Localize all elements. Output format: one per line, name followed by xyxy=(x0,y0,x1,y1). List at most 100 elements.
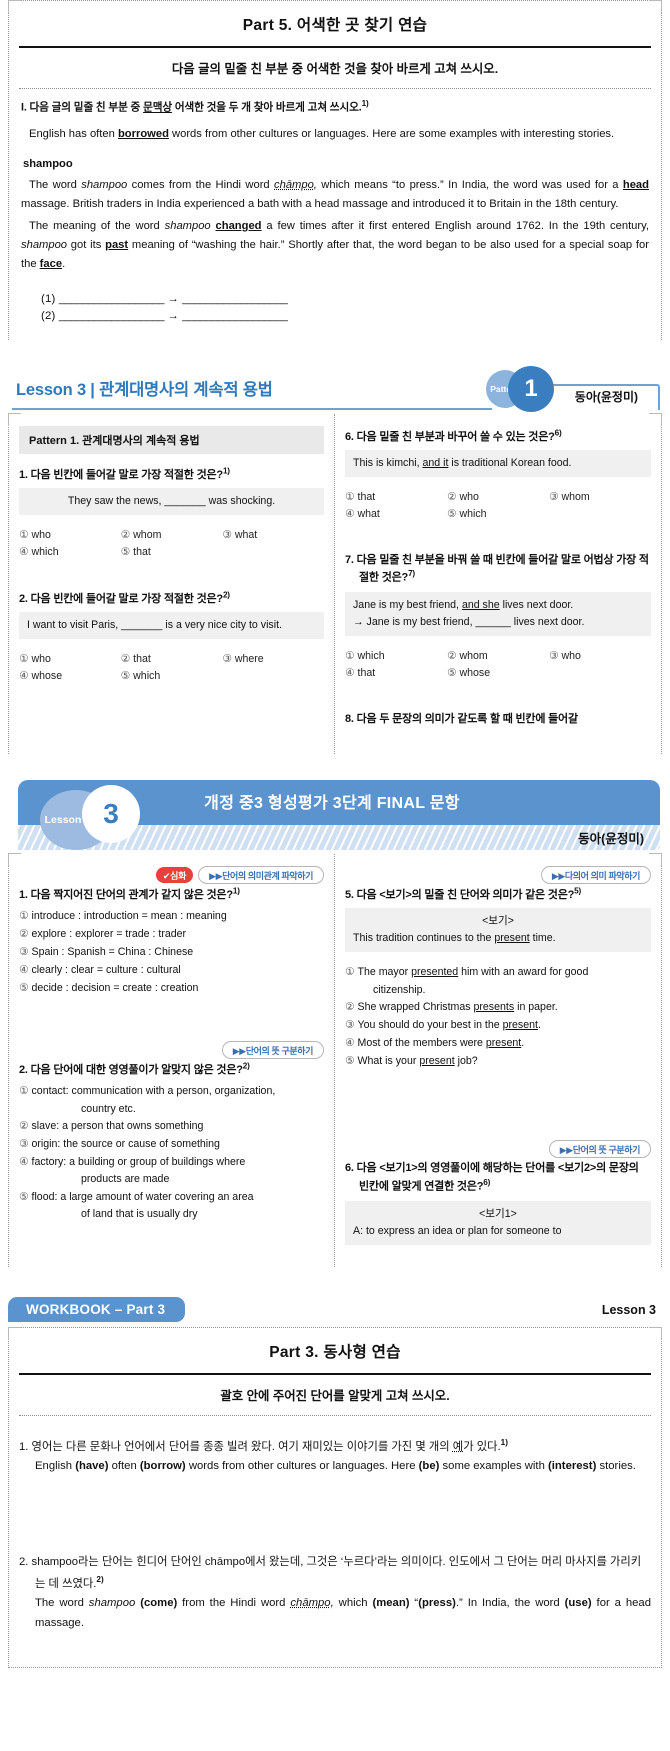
option-item[interactable]: ② explore : explorer = trade : trader xyxy=(19,926,324,943)
question-1-footnote: 1) xyxy=(222,466,230,476)
final-q1-text: 1. 다음 짝지어진 단어의 관계가 같지 않은 것은? xyxy=(19,889,233,902)
choice-label: that xyxy=(133,546,151,559)
question-2-text: 2. 다음 빈칸에 들어갈 말로 가장 적절한 것은? xyxy=(19,592,223,605)
q2-post: is a very nice city to visit. xyxy=(162,618,282,631)
option-label: decide : decision = create : creation xyxy=(31,981,199,994)
choice-item[interactable]: ② who xyxy=(447,489,549,506)
choice-label: which xyxy=(357,650,385,663)
option-item[interactable]: ③ origin: the source or cause of somethin… xyxy=(19,1136,324,1153)
wb2-en-9: .” In India, the word xyxy=(455,1597,565,1610)
choice-label: whose xyxy=(459,667,491,680)
final-q6-box-text: A: to express an idea or plan for someon… xyxy=(353,1225,562,1238)
final-question-2-options[interactable]: ① contact: communication with a person, o… xyxy=(19,1083,324,1223)
answer-row-2[interactable]: (2) __________________ → _______________… xyxy=(19,307,651,324)
option-item[interactable]: ① The mayor presented him with an award f… xyxy=(345,964,651,999)
workbook-tab[interactable]: WORKBOOK – Part 3 xyxy=(8,1296,186,1322)
q5-pre: This tradition continues to the xyxy=(353,932,495,945)
p2-c: which means “to press.” In India, the wo… xyxy=(316,179,623,192)
answer-blank-2b[interactable]: __________________ xyxy=(182,310,288,322)
option-item[interactable]: ① introduce : introduction = mean : meani… xyxy=(19,908,324,925)
q7-line-1: Jane is my best friend, and she lives ne… xyxy=(353,597,643,614)
option-item[interactable]: ④ Most of the members were present. xyxy=(345,1035,651,1052)
choice-item[interactable]: ⑤ whose xyxy=(447,665,549,682)
p3-f: . xyxy=(62,258,66,271)
option-item[interactable]: ⑤ decide : decision = create : creation xyxy=(19,980,324,997)
wb1-en-2: often xyxy=(108,1460,140,1473)
wb2-en-6: (mean) xyxy=(372,1597,410,1610)
final-q5-box: <보기> This tradition continues to the pre… xyxy=(345,908,651,953)
q7-l2-blank[interactable]: ______ xyxy=(475,616,510,628)
option-item[interactable]: ⑤ What is your present job? xyxy=(345,1053,651,1070)
wb2-footnote: 2) xyxy=(96,1574,104,1584)
choice-item[interactable]: ③ what xyxy=(222,527,324,544)
option-item[interactable]: ② She wrapped Christmas presents in paper… xyxy=(345,999,651,1016)
final-question-1-options[interactable]: ① introduce : introduction = mean : meani… xyxy=(19,908,324,996)
choice-label: whose xyxy=(31,669,63,682)
choice-item[interactable]: ③ where xyxy=(222,651,324,668)
wb1-en-3: (borrow) xyxy=(139,1460,186,1473)
choice-item[interactable]: ③ whom xyxy=(549,489,651,506)
choice-label: who xyxy=(31,529,51,542)
question-7-choices[interactable]: ① which ② whom ③ who ④ that ⑤ whose xyxy=(345,648,651,682)
wb1-ko-underlined: 예 xyxy=(452,1440,464,1453)
answer-row-1[interactable]: (1) __________________ → _______________… xyxy=(19,290,651,307)
choice-item[interactable]: ② whom xyxy=(121,527,223,544)
q2-pre: I want to visit Paris, xyxy=(27,618,122,631)
answer-blank-1b[interactable]: __________________ xyxy=(182,293,288,305)
final-question-5-options[interactable]: ① The mayor presented him with an award f… xyxy=(345,964,651,1070)
choice-item[interactable]: ⑤ which xyxy=(121,668,223,685)
choice-item[interactable]: ① who xyxy=(19,527,121,544)
option-item[interactable]: ④ factory: a building or group of buildin… xyxy=(19,1154,324,1189)
workbook-title: Part 3. 동사형 연습 xyxy=(269,1343,401,1361)
choice-item[interactable]: ⑤ which xyxy=(447,506,549,523)
option-continuation: citizenship. xyxy=(373,983,426,996)
p3-italic-shampoo-2: shampoo xyxy=(21,238,68,251)
option-item[interactable]: ④ clearly : clear = culture : cultural xyxy=(19,962,324,979)
option-item[interactable]: ② slave: a person that owns something xyxy=(19,1118,324,1135)
workbook-lesson-label: Lesson 3 xyxy=(601,1302,656,1317)
question-6-choices[interactable]: ① that ② who ③ whom ④ what ⑤ which xyxy=(345,489,651,523)
final-banner: 개정 중3 형성평가 3단계 FINAL 문항 Lesson 3 동아(윤정미) xyxy=(10,780,660,854)
p3-past: past xyxy=(105,238,129,251)
question-2-sentence-box: I want to visit Paris, _______ is a very… xyxy=(19,611,324,639)
option-item[interactable]: ⑤ flood: a large amount of water covering… xyxy=(19,1189,324,1224)
lesson3-columns: Pattern 1. 관계대명사의 계속적 용법 1. 다음 빈칸에 들어갈 말… xyxy=(8,413,662,755)
choice-item[interactable]: ④ what xyxy=(345,506,447,523)
choice-item[interactable]: ⑤ that xyxy=(121,544,223,561)
option-item[interactable]: ① contact: communication with a person, o… xyxy=(19,1083,324,1118)
question-1-choices[interactable]: ① who ② whom ③ what ④ which ⑤ that xyxy=(19,527,324,561)
q2-blank[interactable]: _______ xyxy=(121,619,162,631)
choice-item[interactable]: ③ who xyxy=(549,648,651,665)
answer-blank-2a[interactable]: __________________ xyxy=(59,310,165,322)
question-7-text: 7. 다음 밑줄 친 부분을 바꿔 쓸 때 빈칸에 들어갈 말로 어법상 가장 … xyxy=(345,553,649,584)
final-q5-text: 5. 다음 <보기>의 밑줄 친 단어와 의미가 같은 것은? xyxy=(345,889,575,902)
wb2-en-8: (press) xyxy=(418,1597,456,1610)
wb1-footnote: 1) xyxy=(500,1437,508,1447)
lesson3-right-column: 6. 다음 밑줄 친 부분과 바꾸어 쓸 수 있는 것은?6) This is … xyxy=(335,413,662,754)
choice-item[interactable]: ① who xyxy=(19,651,121,668)
p1-a: English has often xyxy=(29,127,118,140)
lesson3-pattern-header: Lesson 3 | 관계대명사의 계속적 용법 Pattern 1 동아(윤정… xyxy=(12,366,660,414)
choice-item[interactable]: ④ whose xyxy=(19,668,121,685)
choice-item[interactable]: ① which xyxy=(345,648,447,665)
final-q6-footnote: 6) xyxy=(483,1177,491,1187)
passage-paragraph-3: The meaning of the word shampoo changed … xyxy=(21,217,649,275)
option-label: contact: communication with a person, or… xyxy=(31,1085,276,1098)
question-2-choices[interactable]: ① who ② that ③ where ④ whose ⑤ which xyxy=(19,651,324,685)
p2-b: comes from the Hindi word xyxy=(127,179,274,192)
choice-item[interactable]: ① that xyxy=(345,489,447,506)
option-label: clearly : clear = culture : cultural xyxy=(31,963,181,976)
q-post: 어색한 것을 두 개 찾아 바르게 고쳐 쓰시오. xyxy=(172,101,362,114)
option-item[interactable]: ③ You should do your best in the present. xyxy=(345,1017,651,1034)
answer-blank-1a[interactable]: __________________ xyxy=(59,293,165,305)
option-item[interactable]: ③ Spain : Spanish = China : Chinese xyxy=(19,944,324,961)
q6-post: is traditional Korean food. xyxy=(448,457,572,470)
choice-item[interactable]: ④ that xyxy=(345,665,447,682)
option-underlined: presents xyxy=(473,1001,515,1014)
wb1-en-0: English xyxy=(35,1460,76,1473)
q1-blank[interactable]: _______ xyxy=(164,495,205,507)
choice-item[interactable]: ④ which xyxy=(19,544,121,561)
choice-item[interactable]: ② whom xyxy=(447,648,549,665)
choice-item[interactable]: ② that xyxy=(121,651,223,668)
